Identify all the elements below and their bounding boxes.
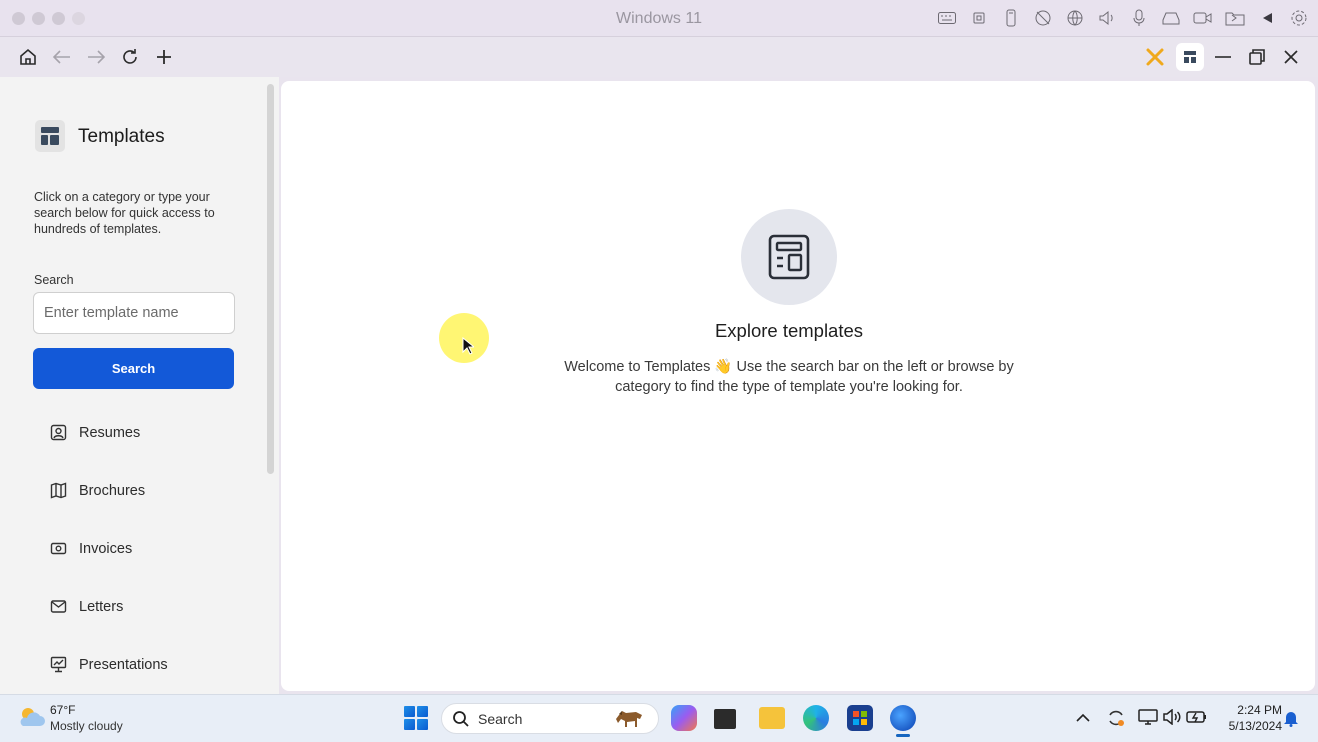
microphone-icon[interactable] [1128,8,1150,28]
weather-description[interactable]: Mostly cloudy [50,719,123,733]
template-document-icon [768,234,810,280]
edge-browser-icon[interactable] [803,705,829,731]
letter-icon [50,600,67,613]
category-label: Presentations [79,656,168,673]
globe-icon[interactable] [1064,8,1086,28]
clock-date[interactable]: 5/13/2024 [1212,719,1282,733]
network-icon[interactable] [1138,708,1158,729]
cloudy-weather-icon[interactable] [17,706,45,728]
templates-app-icon[interactable] [1176,43,1204,71]
search-icon [453,710,469,727]
search-highlight-horse-icon [616,711,642,727]
show-hidden-icons-chevron-icon[interactable] [1076,710,1090,726]
windows-start-icon[interactable] [404,706,428,730]
category-label: Invoices [79,540,133,557]
keyboard-icon[interactable] [936,8,958,28]
category-presentations[interactable]: Presentations [50,656,168,673]
folder-share-icon[interactable] [1224,8,1246,28]
sync-icon[interactable] [1106,708,1126,731]
templates-taskbar-icon[interactable] [890,705,916,731]
home-icon[interactable] [16,45,40,69]
reload-icon[interactable] [118,45,142,69]
explore-title: Explore templates [714,320,864,341]
resume-icon [50,424,67,441]
notification-bell-icon[interactable] [1283,709,1299,730]
copilot-app-icon[interactable] [671,705,697,731]
minimize-icon[interactable] [1211,45,1235,69]
search-button[interactable]: Search [33,348,234,389]
plus-icon[interactable] [152,45,176,69]
host-status-icons [936,8,1310,28]
file-explorer-icon[interactable] [759,707,785,729]
tools-icon[interactable] [1143,45,1167,69]
invoice-icon [50,542,67,555]
template-search-input[interactable] [33,292,235,334]
explore-templates-illustration [741,209,837,305]
cpu-icon[interactable] [968,8,990,28]
volume-icon[interactable] [1162,708,1182,728]
close-icon[interactable] [1279,45,1303,69]
category-label: Resumes [79,424,141,441]
category-letters[interactable]: Letters [50,598,123,615]
brochure-icon [50,482,67,499]
taskbar-search-label: Search [478,710,523,727]
category-brochures[interactable]: Brochures [50,482,145,499]
category-invoices[interactable]: Invoices [50,540,132,557]
microsoft-store-icon[interactable] [847,705,873,731]
back-arrow-icon[interactable] [50,45,74,69]
speaker-icon[interactable] [1096,8,1118,28]
category-label: Letters [79,598,124,615]
arrow-left-icon[interactable] [1256,8,1278,28]
gear-icon[interactable] [1288,8,1310,28]
templates-logo-icon [35,120,65,152]
mouse-pointer-icon [462,337,474,355]
disk-icon[interactable] [1160,8,1182,28]
forward-arrow-icon[interactable] [84,45,108,69]
battery-charging-icon[interactable] [1186,710,1208,727]
sidebar-description: Click on a category or type your search … [34,190,215,236]
app-toolbar [0,37,1318,77]
taskbar-search-box[interactable]: Search [441,703,659,734]
category-label: Brochures [79,482,146,499]
sidebar-title: Templates [78,126,165,147]
active-app-indicator [896,734,910,737]
clock-time[interactable]: 2:24 PM [1222,703,1282,717]
restore-icon[interactable] [1245,45,1269,69]
terminal-app-icon[interactable] [714,709,736,729]
search-label: Search [34,273,74,287]
welcome-text: Welcome to Templates 👋 Use the search ba… [564,359,1014,395]
sidebar-scrollbar[interactable] [267,84,274,474]
video-icon[interactable] [1192,8,1214,28]
camera-off-icon[interactable] [1032,8,1054,28]
host-title-bar: Windows 11 [0,0,1318,37]
weather-temperature[interactable]: 67°F [50,703,75,717]
usb-icon[interactable] [1000,8,1022,28]
category-resumes[interactable]: Resumes [50,424,140,441]
presentation-icon [50,656,67,673]
